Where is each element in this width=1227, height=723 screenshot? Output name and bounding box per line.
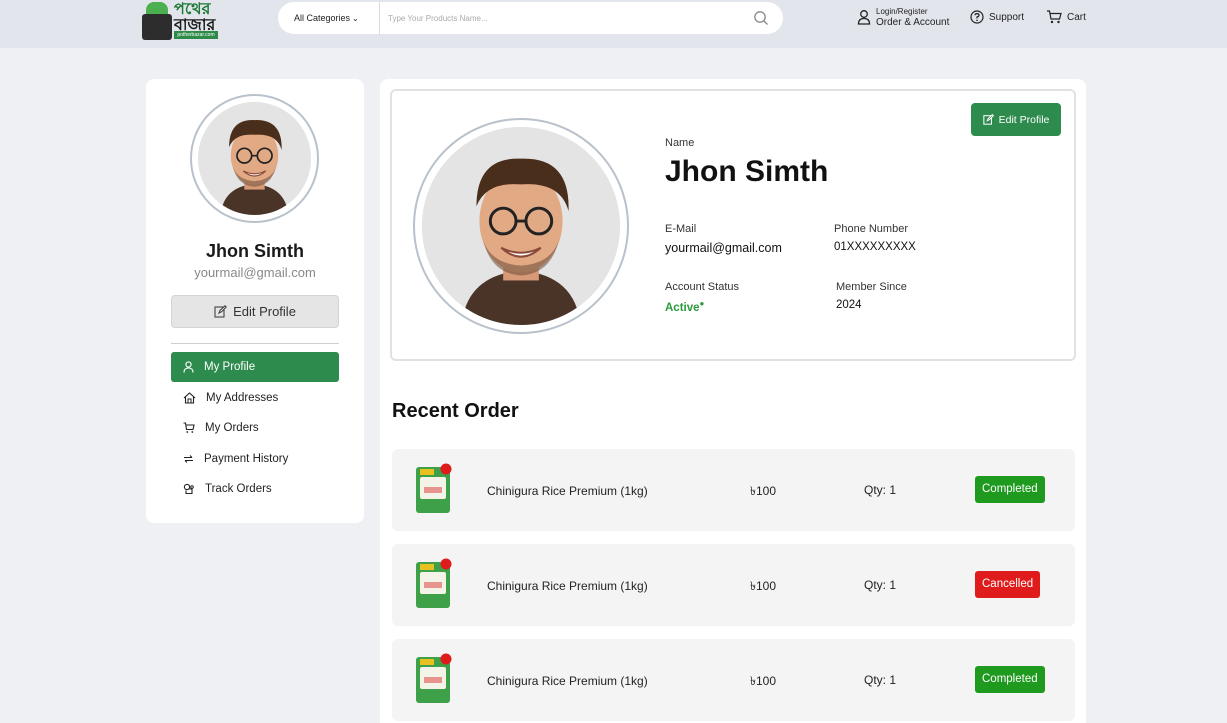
rice-product-icon [416,463,452,513]
order-row[interactable]: Chinigura Rice Premium (1kg) ৳100 Qty: 1… [392,639,1075,721]
top-header: পথের বাজার potherbazar.com All Categorie… [0,0,1227,48]
cart-icon [1047,10,1062,24]
search-divider [379,2,380,34]
cart-label: Cart [1067,11,1086,23]
sidebar-item-label: Payment History [204,453,289,465]
account-link[interactable]: Login/Register Order & Account [857,6,949,28]
sidebar-divider [171,343,339,344]
rice-product-icon [416,653,452,703]
user-icon [857,10,871,25]
search-bar: All Categories ⌄ [278,2,783,34]
search-input[interactable] [388,8,738,28]
product-price: ৳100 [750,579,776,593]
profile-card: Edit Profile Name Jhon Simth E-Mail your… [390,89,1076,361]
product-qty: Qty: 1 [864,673,897,687]
site-logo[interactable]: পথের বাজার potherbazar.com [140,0,220,42]
product-qty: Qty: 1 [864,578,897,592]
sidebar-item-label: My Profile [204,361,256,373]
status-dot-icon: ● [699,299,705,308]
main-panel: Edit Profile Name Jhon Simth E-Mail your… [380,79,1086,723]
rice-product-icon [416,558,452,608]
support-label: Support [989,11,1025,23]
email-label: E-Mail [665,223,697,235]
account-bottom-label: Order & Account [876,17,950,28]
sidebar-item-my-orders[interactable]: My Orders [171,413,339,443]
profile-portrait-icon [422,127,620,325]
phone-value: 01XXXXXXXXX [834,241,916,253]
account-status-value: Active● [665,299,704,314]
edit-profile-button[interactable]: Edit Profile [971,103,1061,136]
edit-icon [214,305,228,318]
help-icon [970,10,984,24]
member-since-value: 2024 [836,299,862,311]
profile-sidebar: Jhon Simth yourmail@gmail.com Edit Profi… [146,79,364,523]
logo-bag-icon [142,14,172,40]
track-icon [183,483,194,495]
product-price: ৳100 [750,484,776,498]
support-link[interactable]: Support [970,10,1024,24]
user-icon [183,361,194,373]
profile-name: Jhon Simth [665,155,829,188]
product-name[interactable]: Chinigura Rice Premium (1kg) [487,579,648,593]
status-badge: Cancelled [975,571,1041,598]
category-dropdown[interactable]: All Categories ⌄ [294,2,359,34]
sidebar-item-label: My Addresses [206,392,279,404]
category-label: All Categories [294,13,351,23]
logo-url: potherbazar.com [174,31,218,39]
avatar [190,94,319,223]
product-name[interactable]: Chinigura Rice Premium (1kg) [487,484,648,498]
sidebar-edit-label: Edit Profile [233,304,296,319]
sidebar-item-track-orders[interactable]: Track Orders [171,474,339,504]
name-label: Name [665,137,695,149]
sidebar-item-payment-history[interactable]: Payment History [171,444,339,474]
avatar-portrait-icon [198,102,311,215]
chevron-down-icon: ⌄ [352,14,359,23]
order-row[interactable]: Chinigura Rice Premium (1kg) ৳100 Qty: 1… [392,449,1075,531]
search-icon[interactable] [753,10,769,26]
edit-profile-label: Edit Profile [998,113,1050,126]
sidebar-item-my-addresses[interactable]: My Addresses [171,383,339,413]
sidebar-item-my-profile[interactable]: My Profile [171,352,339,382]
profile-photo [413,118,629,334]
cart-link[interactable]: Cart [1046,10,1086,24]
email-value: yourmail@gmail.com [665,241,782,255]
sidebar-edit-profile-button[interactable]: Edit Profile [171,295,339,328]
member-since-label: Member Since [836,281,907,293]
account-status-label: Account Status [665,281,739,293]
product-price: ৳100 [750,674,776,688]
sidebar-item-label: My Orders [205,422,259,434]
status-badge: Completed [975,476,1045,503]
sidebar-item-label: Track Orders [205,483,272,495]
status-text: Active [665,301,700,314]
product-qty: Qty: 1 [864,483,897,497]
phone-label: Phone Number [834,223,908,235]
account-top-label: Login/Register [876,7,928,16]
recent-order-title: Recent Order [392,400,519,422]
home-icon [183,392,196,404]
order-row[interactable]: Chinigura Rice Premium (1kg) ৳100 Qty: 1… [392,544,1075,626]
cart-icon [183,422,195,433]
sidebar-user-name: Jhon Simth [206,241,304,261]
product-name[interactable]: Chinigura Rice Premium (1kg) [487,674,648,688]
sidebar-user-email: yourmail@gmail.com [194,265,316,280]
status-badge: Completed [975,666,1045,693]
swap-icon [184,455,193,463]
edit-icon [982,114,994,125]
